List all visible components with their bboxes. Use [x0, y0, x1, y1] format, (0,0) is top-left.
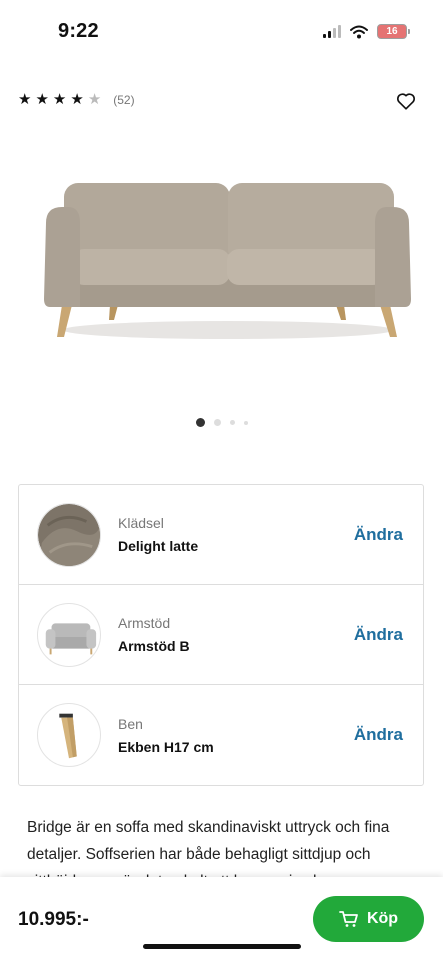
option-label: Klädsel — [118, 515, 164, 531]
option-upholstery[interactable]: Klädsel Delight latte Ändra — [19, 485, 423, 585]
rating[interactable]: ★ ★ ★ ★ ★ (52) — [18, 92, 135, 107]
heart-icon[interactable] — [395, 90, 417, 112]
option-label: Ben — [118, 715, 143, 732]
home-indicator — [143, 944, 301, 949]
option-value: Armstöd B — [118, 638, 190, 654]
star-icon: ★ — [18, 91, 32, 108]
change-armrest-button[interactable]: Ändra — [354, 625, 403, 645]
half-star-icon: ★ — [87, 91, 102, 108]
option-value: Ekben H17 cm — [118, 738, 214, 755]
option-label: Armstöd — [118, 615, 171, 631]
sofa-product-image[interactable] — [40, 175, 415, 350]
cellular-signal-icon — [323, 25, 341, 38]
carousel-dot[interactable] — [229, 420, 235, 425]
star-icon: ★ — [35, 91, 49, 108]
battery-icon: 16 — [377, 24, 410, 39]
armchair-icon — [37, 602, 101, 667]
buy-button-label: Köp — [366, 910, 399, 927]
product-options: Klädsel Delight latte Ändra Armstöd Arms… — [18, 484, 424, 786]
review-count: (52) — [113, 92, 135, 107]
wifi-icon — [350, 25, 368, 38]
option-armrest[interactable]: Armstöd Armstöd B Ändra — [19, 585, 423, 685]
carousel-dot-active[interactable] — [195, 418, 205, 427]
product-description: Bridge är en soffa med skandinaviskt utt… — [27, 819, 390, 880]
option-value: Delight latte — [118, 538, 199, 554]
change-legs-button[interactable]: Ändra — [354, 725, 403, 745]
battery-level: 16 — [386, 26, 398, 37]
status-icons: 16 — [323, 24, 410, 39]
product-price: 10.995:- — [18, 909, 89, 930]
wooden-leg-icon — [37, 703, 101, 767]
change-upholstery-button[interactable]: Ändra — [354, 525, 403, 545]
cart-icon — [339, 911, 358, 927]
buy-button[interactable]: Köp — [313, 896, 424, 942]
status-bar: 9:22 16 — [0, 0, 443, 66]
carousel-dot[interactable] — [243, 420, 248, 425]
option-legs[interactable]: Ben Ekben H17 cm Ändra — [19, 685, 423, 785]
star-icon: ★ — [70, 91, 84, 108]
fabric-swatch-icon — [37, 502, 101, 567]
carousel-dot[interactable] — [213, 419, 221, 426]
star-icon: ★ — [52, 91, 67, 108]
status-time: 9:22 — [58, 20, 99, 42]
image-carousel-dots[interactable] — [0, 418, 443, 427]
